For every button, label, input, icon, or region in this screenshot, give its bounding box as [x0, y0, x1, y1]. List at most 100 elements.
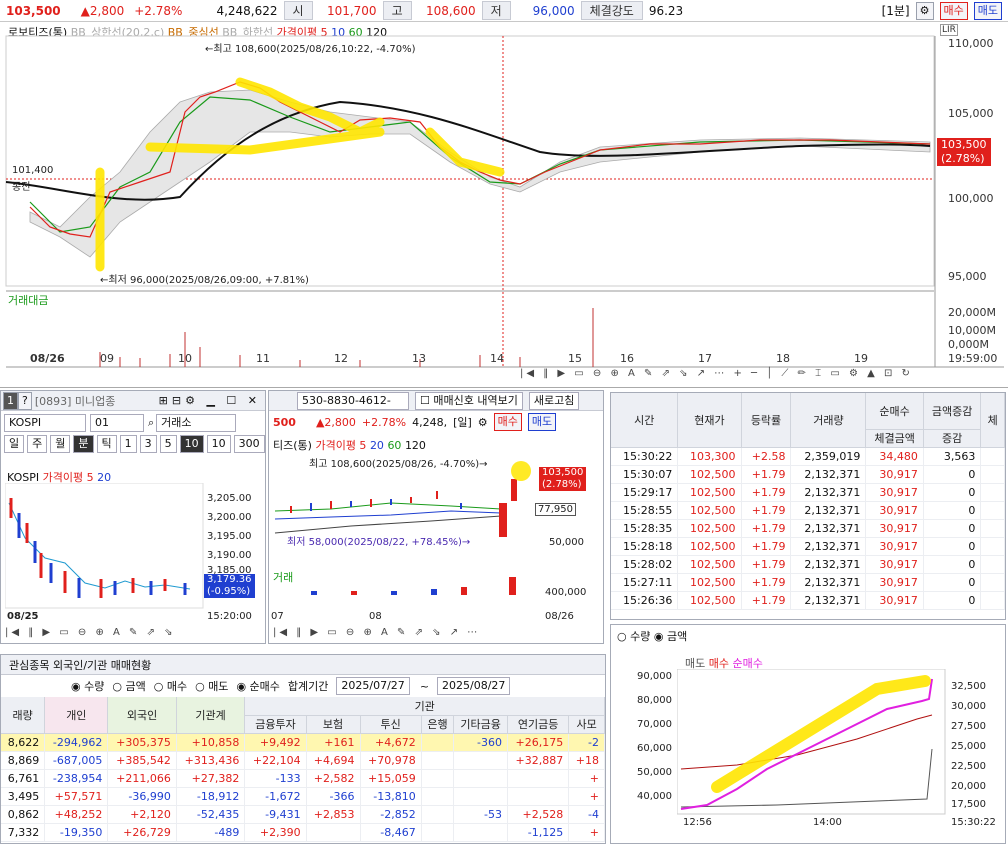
trade-row: 15:28:35 102,500 +1.79 2,132,371 30,917 0: [611, 519, 1005, 538]
radio-amount[interactable]: ◉ 금액: [654, 630, 687, 643]
code-input[interactable]: 01: [90, 414, 144, 432]
period-3[interactable]: 3: [139, 435, 157, 453]
flow-y-left: 40,000: [637, 791, 672, 802]
strength-value: 96.23: [648, 3, 684, 18]
mid-x-tick: 08: [369, 611, 382, 622]
investor-cell: [453, 787, 508, 806]
interval-label[interactable]: [1분]: [882, 2, 910, 19]
investor-tab[interactable]: 관심종목 외국인/기관 매매현황: [1, 655, 605, 675]
ref-price-label: 101,400: [12, 165, 54, 176]
inv-radio-qty[interactable]: ◉ 수량: [71, 678, 104, 694]
col-exec-amount: 체결금액: [865, 429, 924, 448]
period-week[interactable]: 주: [27, 435, 48, 453]
x-tick-date: 08/26: [30, 352, 65, 365]
period-minute[interactable]: 분: [73, 435, 94, 453]
period-5[interactable]: 5: [159, 435, 177, 453]
header-volume: 4,248,622: [216, 3, 278, 18]
period-tick[interactable]: 틱: [96, 435, 117, 453]
daily-chart-window: 530-8830-4612- ☐ 매매신호 내역보기 새로고침 500 ▲2,8…: [268, 390, 604, 644]
count-input[interactable]: 300: [233, 435, 265, 453]
mini-toolbar[interactable]: |◀ ‖ ▶ ▭ ⊖ ⊕ A ✎ ⇗ ⇘: [5, 627, 176, 638]
mid-buy-button[interactable]: 매수: [493, 413, 522, 431]
gear-icon[interactable]: ⚙: [915, 1, 934, 20]
radio-quantity[interactable]: ○ 수량: [617, 630, 650, 643]
flow-chart-svg: [677, 669, 946, 815]
investor-cell: +: [568, 823, 605, 842]
chart-toolbar[interactable]: |◀ ‖ ▶ ▭ ⊖ ⊕ A ✎ ⇗ ⇘ ↗ ⋯ + ─ │ ⟋ ✏ ⌶ ▭ ⚙…: [520, 368, 913, 379]
investor-cell: [453, 823, 508, 842]
period-day[interactable]: 일: [4, 435, 25, 453]
signal-checkbox[interactable]: ☐ 매매신호 내역보기: [415, 391, 523, 410]
account-select[interactable]: 530-8830-4612-: [297, 391, 409, 410]
trade-cell: 30,917: [865, 501, 924, 520]
investor-cell: +27,382: [176, 769, 246, 788]
col-amount-change-select[interactable]: 금액증감: [923, 393, 982, 430]
inv-col: 기관계: [176, 697, 246, 734]
inv-col: 금융투자: [244, 715, 307, 734]
investor-cell: +18: [568, 751, 605, 770]
volume-label: 거래대금: [8, 294, 49, 307]
investor-cell: [421, 769, 455, 788]
trade-cell: [980, 573, 1005, 592]
chart-time: 19:59:00: [948, 352, 998, 365]
from-date-input[interactable]: 2025/07/27: [336, 677, 410, 695]
x-tick: 12: [334, 352, 348, 365]
inv-radio-amt[interactable]: ○ 금액: [112, 678, 145, 694]
buy-button[interactable]: 매수: [939, 1, 968, 20]
investor-cell: -18,912: [176, 787, 246, 806]
inv-radio-sell[interactable]: ○ 매도: [195, 678, 228, 694]
period-select[interactable]: 10: [206, 435, 231, 453]
investor-cell: +57,571: [44, 787, 109, 806]
inv-radio-buy[interactable]: ○ 매수: [154, 678, 187, 694]
investor-cell: +385,542: [107, 751, 177, 770]
sell-button[interactable]: 매도: [973, 1, 1002, 20]
mid-day-button[interactable]: [일]: [453, 414, 472, 430]
mid-sell-button[interactable]: 매도: [527, 413, 557, 431]
flow-y-right: 30,000: [951, 701, 986, 712]
inv-radio-qty-label: 수량: [84, 680, 105, 693]
refresh-button[interactable]: 새로고침: [528, 391, 580, 410]
y-tick: 105,000: [948, 107, 994, 120]
flow-y-right: 20,000: [951, 781, 986, 792]
inv-radio-net[interactable]: ◉ 순매수: [236, 678, 279, 694]
high-note: ←최고 108,600(2025/08/26,10:22, -4.70%): [205, 44, 416, 55]
window-controls[interactable]: ⊞⊟⚙ ▁ ☐ ✕: [159, 394, 261, 407]
inv-col: 투신: [360, 715, 422, 734]
inv-col: 외국인: [107, 697, 177, 734]
trade-cell: +1.79: [741, 465, 792, 484]
trade-cell: 15:28:55: [611, 501, 679, 520]
investor-cell: -8,467: [360, 823, 422, 842]
inv-radio-sell-label: 매도: [208, 680, 229, 693]
trade-row: 15:29:17 102,500 +1.79 2,132,371 30,917 0: [611, 483, 1005, 502]
mid-gear-icon[interactable]: ⚙: [478, 416, 488, 429]
ref-sub-label: 종전: [12, 182, 31, 193]
x-tick: 18: [776, 352, 790, 365]
trade-cell: 2,132,371: [790, 555, 867, 574]
to-date-input[interactable]: 2025/08/27: [437, 677, 511, 695]
period-1[interactable]: 1: [119, 435, 137, 453]
market-select[interactable]: KOSPI: [4, 414, 86, 432]
mini-y-tick: 3,190.00: [207, 550, 252, 561]
exchange-input[interactable]: 거래소: [156, 414, 237, 432]
investor-cell: -2,852: [360, 805, 422, 824]
trade-cell: 30,917: [865, 519, 924, 538]
period-10[interactable]: 10: [179, 435, 204, 453]
mini-cur-pct: (-0.95%): [207, 586, 251, 597]
search-icon[interactable]: ⌕: [148, 416, 154, 430]
mini-titlebar: 1 ? [0893] 미니업종 ⊞⊟⚙ ▁ ☐ ✕: [1, 391, 265, 411]
inv-col: 기타금융: [453, 715, 508, 734]
mid-toolbar[interactable]: |◀ ‖ ▶ ▭ ⊖ ⊕ A ✎ ⇗ ⇘ ↗ ⋯: [273, 627, 480, 638]
trade-cell: [980, 537, 1005, 556]
trade-cell: 15:29:17: [611, 483, 679, 502]
mini-time: 15:20:00: [207, 611, 252, 622]
col-net-buy: 순매수: [865, 393, 924, 430]
vol-tick: 0,000M: [948, 338, 989, 351]
investor-cell: +4,694: [306, 751, 361, 770]
x-tick: 13: [412, 352, 426, 365]
flow-y-left: 90,000: [637, 671, 672, 682]
help-icon[interactable]: ?: [18, 391, 32, 410]
period-month[interactable]: 월: [50, 435, 71, 453]
trade-cell: 102,500: [677, 465, 742, 484]
trade-cell: 2,132,371: [790, 465, 867, 484]
main-chart-svg: [5, 35, 1004, 368]
